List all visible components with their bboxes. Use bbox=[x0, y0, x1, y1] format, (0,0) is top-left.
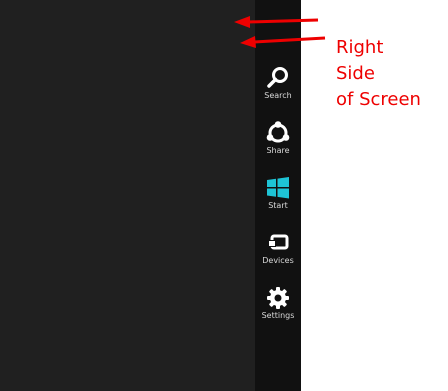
windows-logo-icon bbox=[264, 174, 292, 202]
search-icon bbox=[264, 64, 292, 92]
annotation-line-3: of Screen bbox=[336, 89, 421, 110]
desktop-background bbox=[0, 0, 255, 391]
annotation-label: Right Side of Screen bbox=[336, 35, 446, 113]
charm-devices[interactable]: Devices bbox=[255, 229, 301, 273]
charm-label-settings: Settings bbox=[261, 311, 295, 320]
annotation-line-1: Right bbox=[336, 37, 384, 58]
charm-label-search: Search bbox=[264, 91, 292, 100]
share-icon bbox=[264, 119, 292, 147]
devices-icon bbox=[264, 229, 292, 257]
charm-share[interactable]: Share bbox=[255, 119, 301, 163]
charm-search[interactable]: Search bbox=[255, 64, 301, 108]
charm-label-share: Share bbox=[266, 146, 290, 155]
charm-start[interactable]: Start bbox=[255, 174, 301, 218]
gear-icon bbox=[264, 284, 292, 312]
charm-settings[interactable]: Settings bbox=[255, 284, 301, 328]
charms-bar: Search Share Start Devices Settings bbox=[255, 0, 301, 391]
charm-label-start: Start bbox=[268, 201, 288, 210]
annotation-line-2: Side bbox=[336, 63, 375, 84]
charm-label-devices: Devices bbox=[262, 256, 294, 265]
